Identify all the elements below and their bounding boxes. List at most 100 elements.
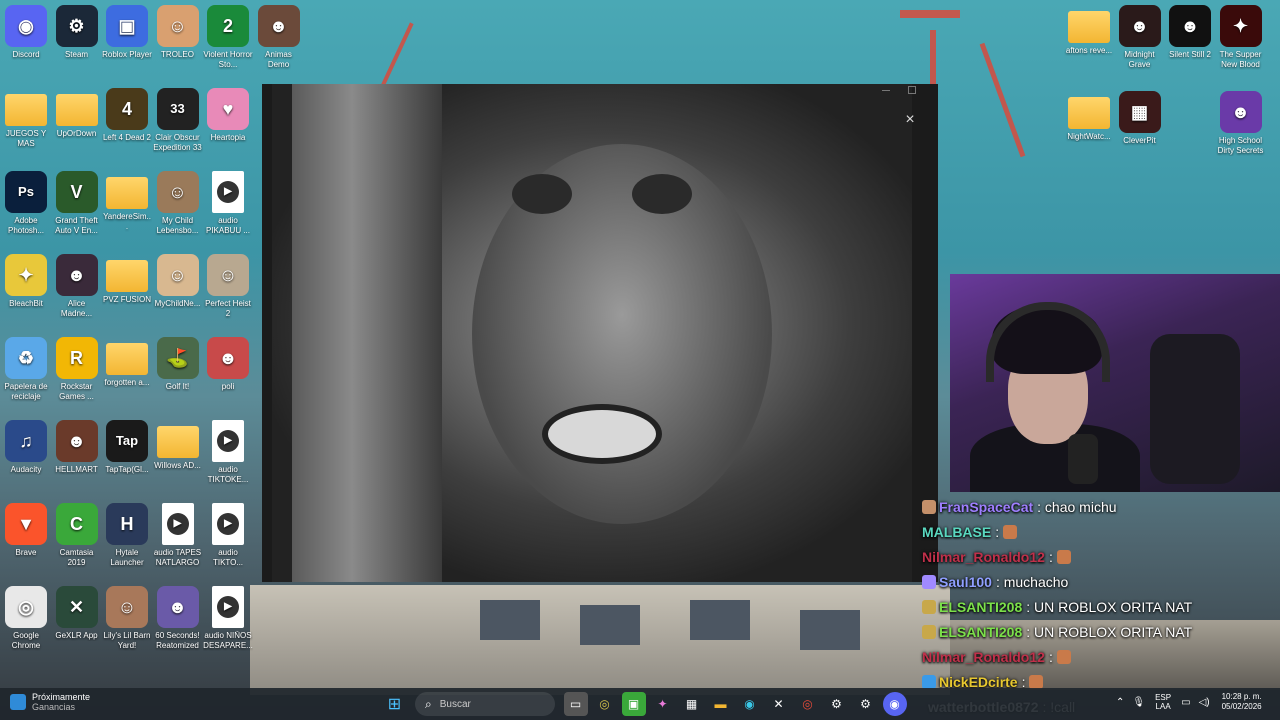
steam-icon[interactable]: ⚙ [825, 692, 849, 716]
desktop-icon[interactable]: ☺ My Child Lebensbo... [153, 171, 203, 236]
desktop-icon[interactable]: ☻ Alice Madne... [52, 254, 102, 319]
desktop-icon[interactable]: ♻ Papelera de reciclaje [1, 337, 51, 402]
settings-icon[interactable]: ⚙ [854, 692, 878, 716]
desktop-icon[interactable]: ⛳ Golf It! [153, 337, 203, 392]
desktop-icon[interactable]: ☺ Lily's Lil Barn Yard! [102, 586, 152, 651]
desktop-icon[interactable]: audio NIÑOS DESAPARE... [203, 586, 253, 651]
desktop-icon[interactable]: ◎ Google Chrome [1, 586, 51, 651]
chat-message: Nilmar_Ronaldo12: [922, 644, 1280, 669]
taskbar: Próximamente Ganancias ⊞ ⌕ Buscar ▭ ◎ ▣ … [0, 688, 1280, 720]
search-box[interactable]: ⌕ Buscar [415, 692, 555, 716]
desktop-icon[interactable]: ☻ High School Dirty Secrets [1216, 91, 1266, 156]
desktop-icon[interactable]: audio TIKTOKE... [203, 420, 253, 485]
search-icon: ⌕ [425, 696, 432, 711]
desktop-icon[interactable]: ⚙ Steam [52, 5, 102, 60]
desktop-icon[interactable]: ☻ Silent Still 2 [1165, 5, 1215, 60]
desktop-icon[interactable]: ☻ poli [203, 337, 253, 392]
desktop-icon[interactable]: UpOrDown [52, 88, 102, 139]
game-icon: ☻ [1219, 91, 1262, 133]
game-icon: ☻ [207, 337, 249, 379]
file-explorer-icon[interactable]: ▬ [709, 692, 733, 716]
desktop-icon[interactable]: audio TIKTO... [203, 503, 253, 568]
app-icon-1[interactable]: ◎ [593, 692, 617, 716]
news-icon [10, 694, 26, 710]
edge-icon[interactable]: ◉ [738, 692, 762, 716]
desktop-icon[interactable]: Ps Adobe Photosh... [1, 171, 51, 236]
desktop-icon[interactable]: H Hytale Launcher [102, 503, 152, 568]
desktop-icon-label: PVZ FUSION [102, 295, 151, 304]
desktop-icon[interactable]: 4 Left 4 Dead 2 [102, 88, 152, 143]
chat-username: ELSANTI208 [939, 623, 1023, 640]
desktop-icon[interactable]: ☻ Midnight Grave [1115, 5, 1165, 70]
desktop-icon[interactable]: 2 Violent Horror Sto... [203, 5, 253, 70]
discord-icon[interactable]: ◉ [882, 692, 907, 716]
game-icon: ☻ [257, 5, 300, 47]
store-icon[interactable]: ▦ [680, 692, 704, 716]
game-icon: ☻ [55, 254, 98, 296]
desktop-icon[interactable]: C Camtasia 2019 [52, 503, 102, 568]
chat-emote-icon [1029, 674, 1044, 689]
folder-icon [1068, 11, 1110, 43]
desktop-icon-label: Camtasia 2019 [59, 548, 94, 567]
minimize-icon[interactable] [882, 90, 890, 91]
desktop-icon[interactable]: ☺ Perfect Heist 2 [203, 254, 253, 319]
desktop-icon[interactable]: ☻ 60 Seconds! Reatomized [153, 586, 203, 651]
desktop-icon[interactable]: audio PIKABUU ... [203, 171, 253, 236]
chat-username: Saul100 [939, 573, 992, 590]
clock[interactable]: 10:28 p. m. 05/02/2026 [1222, 692, 1262, 712]
desktop-icon[interactable]: ✦ The Supper New Blood [1216, 5, 1266, 70]
chrome-icon: ◎ [5, 586, 47, 628]
app-icon-2[interactable]: ▣ [621, 692, 646, 716]
news-widget[interactable]: Próximamente Ganancias [10, 692, 90, 712]
taptap-icon: Tap [106, 420, 148, 462]
copilot-icon[interactable]: ✦ [651, 692, 675, 716]
desktop-icon[interactable]: NightWatc... [1064, 91, 1114, 142]
language-indicator[interactable]: ESP LAA [1155, 693, 1171, 711]
start-button[interactable]: ⊞ [383, 692, 407, 716]
volume-icon[interactable]: ◁) [1199, 697, 1210, 708]
stream-chat: FranSpaceCat: chao michu MALBASE: Nilmar_R… [922, 494, 1280, 715]
desktop-icon[interactable]: ☻ HELLMART [52, 420, 102, 475]
microphone-icon[interactable]: 🎙 [1132, 697, 1145, 708]
desktop-icon[interactable]: ▦ CleverPit [1115, 91, 1165, 146]
desktop-icon[interactable]: audio TAPES NATLARGO [153, 503, 203, 568]
desktop-icon[interactable]: ▣ Roblox Player [102, 5, 152, 60]
desktop-icon[interactable]: ◉ Discord [1, 5, 51, 60]
desktop-icon[interactable]: ✕ GeXLR App [52, 586, 102, 641]
desktop-icon[interactable]: forgotten a... [102, 337, 152, 388]
desktop-icon[interactable]: JUEGOS Y MAS [1, 88, 51, 149]
desktop-icon[interactable]: Tap TapTap(Gl... [102, 420, 152, 475]
chat-username: FranSpaceCat [939, 498, 1034, 515]
desktop-icon-label: GeXLR App [55, 631, 98, 640]
desktop-icon[interactable]: ☺ MyChildNe... [153, 254, 203, 309]
network-icon[interactable]: ▭ [1181, 697, 1190, 708]
desktop-icon[interactable]: 33 Clair Obscur Expedition 33 [153, 88, 203, 153]
chat-message: ELSANTI208: UN ROBLOX ORITA NAT [922, 594, 1280, 619]
media-viewer-window[interactable]: × [262, 84, 938, 582]
gexlr-icon[interactable]: ✕ [767, 692, 791, 716]
desktop-icon-label: audio PIKABUU ... [205, 216, 250, 235]
game-icon: 4 [106, 88, 148, 130]
maximize-icon[interactable] [908, 86, 916, 94]
desktop-icon[interactable]: YandereSim... [102, 171, 152, 232]
desktop-icon[interactable]: PVZ FUSION [102, 254, 152, 305]
desktop-icon[interactable]: V Grand Theft Auto V En... [52, 171, 102, 236]
desktop-icon[interactable]: Willows AD... [153, 420, 203, 471]
desktop-icon[interactable]: ▼ Brave [1, 503, 51, 558]
desktop-icon[interactable]: ♥ Heartopia [203, 88, 253, 143]
news-title: Próximamente [32, 692, 91, 702]
desktop-icon[interactable]: ☺ TROLEO [153, 5, 203, 60]
desktop-icon[interactable]: R Rockstar Games ... [52, 337, 102, 402]
desktop-icon[interactable]: ♫ Audacity [1, 420, 51, 475]
chevron-up-icon[interactable]: ⌃ [1116, 697, 1124, 708]
close-button[interactable]: × [900, 110, 920, 130]
desktop-icon[interactable]: aftons reve... [1064, 5, 1114, 56]
desktop-icon[interactable]: ✦ BleachBit [1, 254, 51, 309]
chrome-icon[interactable]: ◎ [796, 692, 820, 716]
game-icon: ☺ [106, 586, 148, 628]
hytale-icon: H [106, 503, 148, 545]
desktop-icon-label: Heartopia [210, 133, 246, 142]
desktop-icon-label: YandereSim... [103, 212, 151, 231]
desktop-icon[interactable]: ☻ Animas Demo [254, 5, 304, 70]
task-view-icon[interactable]: ▭ [563, 692, 588, 716]
